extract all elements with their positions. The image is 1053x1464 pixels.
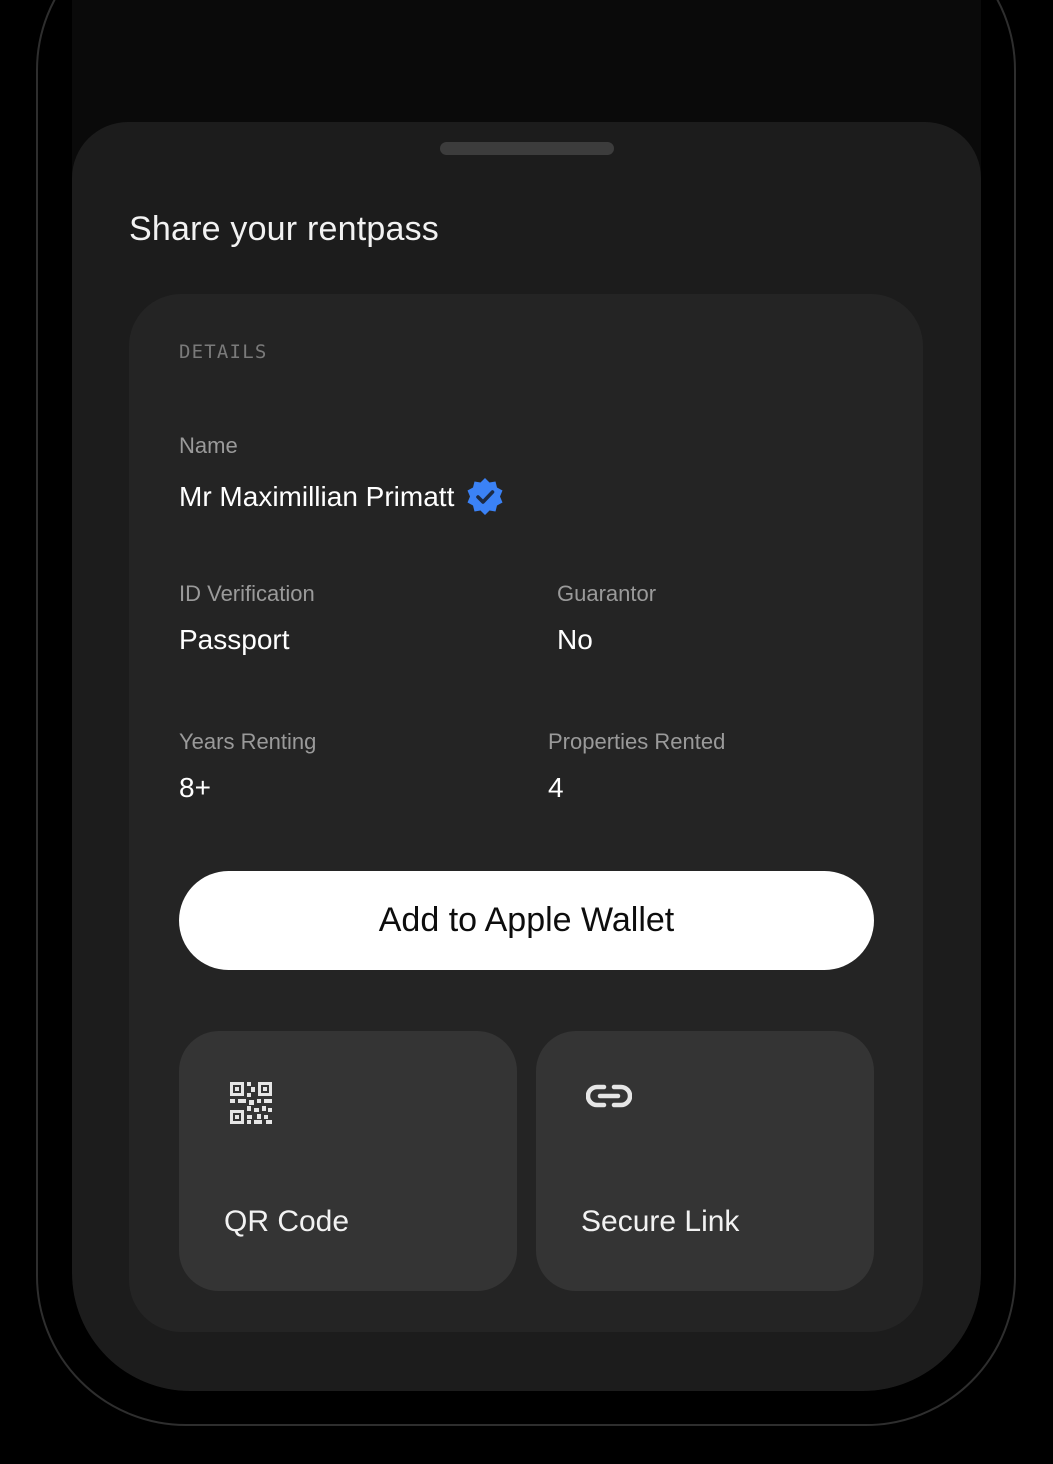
properties-rented-value: 4 [548, 772, 564, 803]
details-section-label: DETAILS [179, 341, 268, 363]
guarantor-value: No [557, 624, 593, 655]
phone-screen: Share your rentpass DETAILS Name Mr Maxi… [72, 0, 981, 1391]
details-card: DETAILS Name Mr Maximillian Primatt ID V… [129, 294, 923, 1332]
secure-link-tile[interactable]: Secure Link [536, 1031, 874, 1291]
sheet-grabber[interactable] [440, 142, 614, 155]
qr-code-tile[interactable]: QR Code [179, 1031, 517, 1291]
share-sheet: Share your rentpass DETAILS Name Mr Maxi… [72, 122, 981, 1391]
verified-badge-icon [464, 476, 506, 518]
qr-code-icon [229, 1081, 273, 1130]
sheet-title: Share your rentpass [129, 210, 439, 248]
name-label: Name [179, 433, 238, 458]
properties-rented-label: Properties Rented [548, 729, 726, 754]
years-renting-value: 8+ [179, 772, 211, 803]
guarantor-label: Guarantor [557, 581, 657, 606]
id-verification-value: Passport [179, 624, 290, 655]
years-renting-label: Years Renting [179, 729, 317, 754]
link-icon [585, 1081, 633, 1116]
qr-code-label: QR Code [224, 1205, 350, 1238]
id-verification-label: ID Verification [179, 581, 315, 606]
name-row: Mr Maximillian Primatt [179, 476, 506, 518]
name-value: Mr Maximillian Primatt [179, 481, 455, 512]
add-to-apple-wallet-button[interactable]: Add to Apple Wallet [179, 871, 874, 970]
secure-link-label: Secure Link [581, 1205, 740, 1238]
